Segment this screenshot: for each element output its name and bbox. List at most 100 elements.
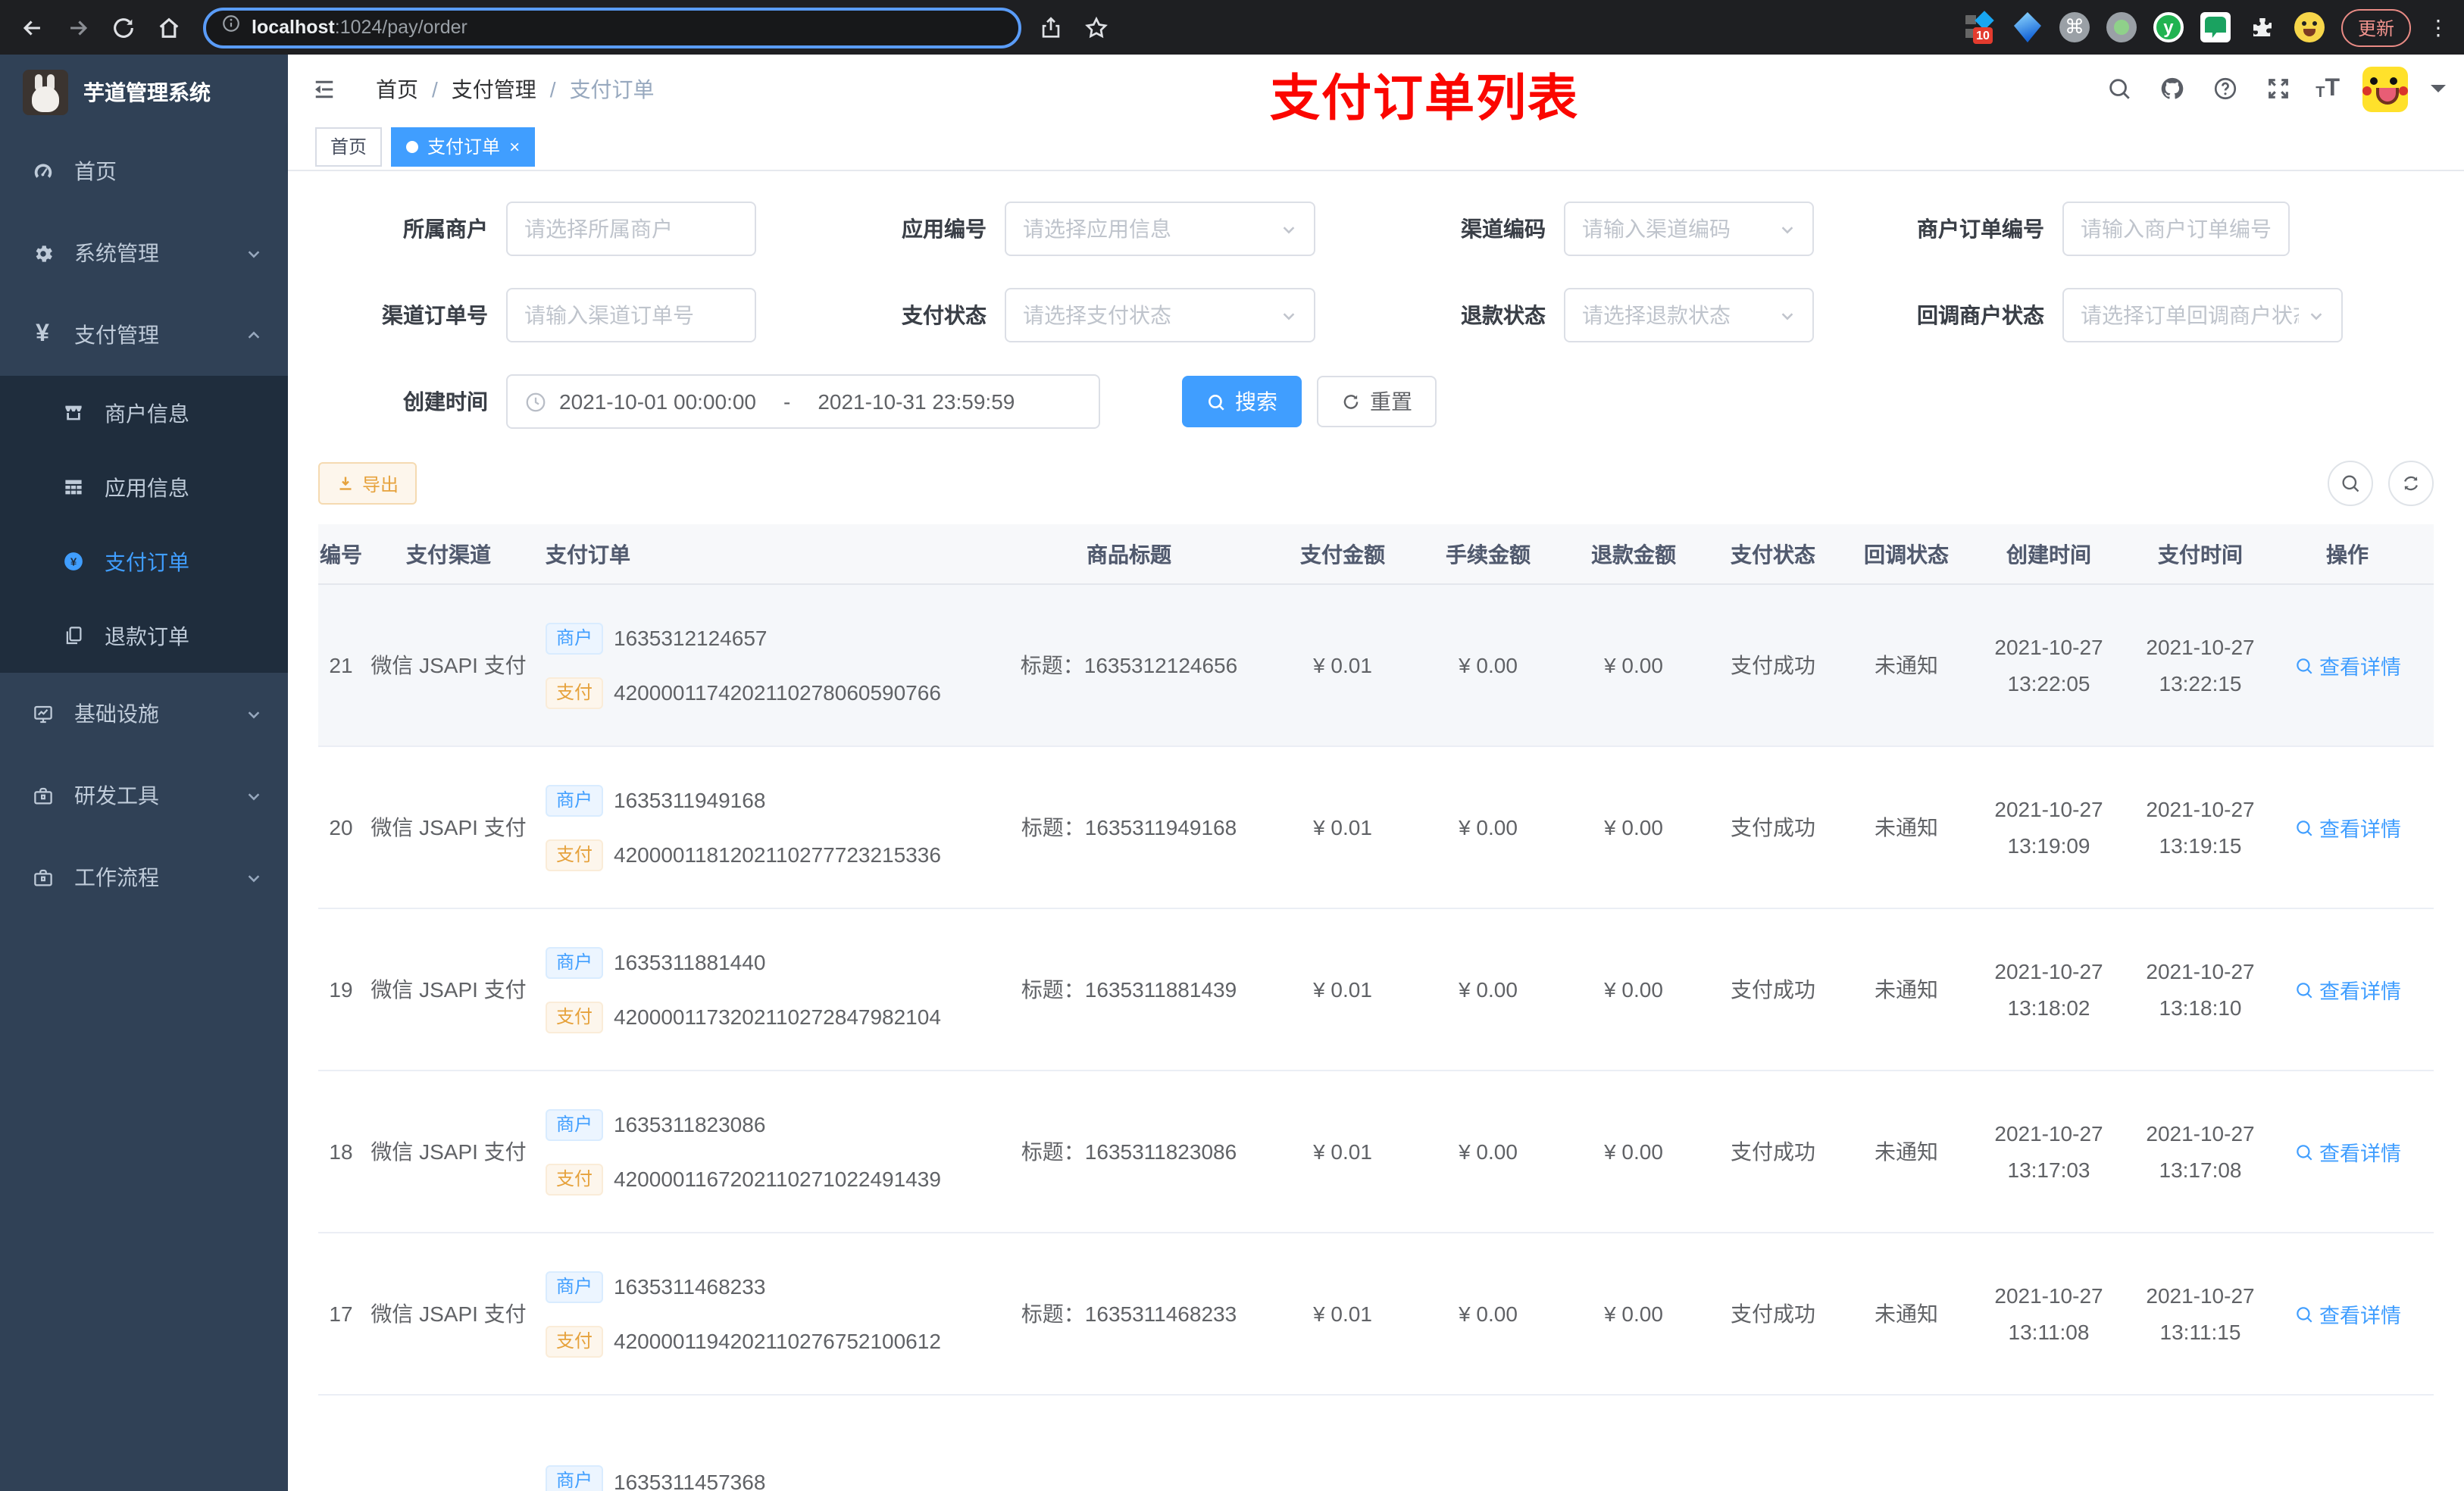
merchant-order-no: 1635312124657 [614, 626, 768, 650]
browser-menu-icon[interactable]: ⋮ [2428, 17, 2449, 38]
filter-label: 回调商户状态 [1917, 303, 2044, 327]
sidebar-item-支付订单[interactable]: ¥ 支付订单 [0, 524, 288, 599]
breadcrumb-item[interactable]: 支付订单 [570, 73, 655, 104]
sidebar-item-label: 基础设施 [74, 702, 159, 726]
input-商户订单编号[interactable] [2062, 202, 2290, 256]
content: 所属商户 应用编号 请选择应用信息 渠道编码 请输入渠道编码 商户订单编号 [288, 171, 2464, 1491]
site-info-icon[interactable] [221, 14, 241, 41]
app-logo[interactable]: 芋道管理系统 [0, 55, 288, 130]
reset-button[interactable]: 重置 [1317, 376, 1437, 427]
select-应用编号[interactable]: 请选择应用信息 [1005, 202, 1315, 256]
github-icon[interactable] [2156, 73, 2187, 104]
help-icon[interactable] [2209, 73, 2240, 104]
search-icon[interactable] [2103, 73, 2134, 104]
fullscreen-icon[interactable] [2262, 73, 2293, 104]
table-row[interactable]: 20 微信 JSAPI 支付 商户 1635311949168 支付 4200001… [318, 747, 2434, 909]
cell-title: 标题：1635311949168 [1021, 815, 1237, 839]
view-detail-label: 查看详情 [2319, 1305, 2401, 1327]
select-渠道编码[interactable]: 请输入渠道编码 [1564, 202, 1814, 256]
sidebar-item-label: 系统管理 [74, 241, 159, 265]
filter-label: 渠道订单号 [382, 303, 488, 327]
breadcrumb-item[interactable]: 首页 [376, 73, 418, 104]
cell-refund: ¥ 0.00 [1604, 815, 1663, 839]
input-渠道订单号[interactable] [506, 288, 756, 342]
select-支付状态[interactable]: 请选择支付状态 [1005, 288, 1315, 342]
tab-支付订单[interactable]: 支付订单 × [391, 127, 536, 166]
sidebar-item-支付管理[interactable]: ¥ 支付管理 [0, 294, 288, 376]
view-detail-link[interactable]: 查看详情 [2294, 812, 2401, 842]
extension-kite[interactable] [2013, 12, 2041, 42]
search-button[interactable]: 搜索 [1182, 376, 1302, 427]
cell-create-time: 2021-10-27 13:19:09 [1994, 796, 2103, 858]
cell-amount: ¥ 0.01 [1313, 1139, 1372, 1164]
yen-icon: ¥ [36, 321, 49, 347]
cell-status: 支付成功 [1731, 1302, 1815, 1326]
sidebar-item-应用信息[interactable]: 应用信息 [0, 450, 288, 524]
column-header-回调状态: 回调状态 [1864, 542, 1949, 566]
extension-puzzle[interactable] [2247, 12, 2278, 42]
toggle-search-icon[interactable] [2328, 461, 2373, 506]
sidebar-collapse-icon[interactable] [306, 70, 342, 107]
text-input[interactable] [524, 303, 738, 327]
select-退款状态[interactable]: 请选择退款状态 [1564, 288, 1814, 342]
avatar-caret-icon[interactable] [2431, 85, 2446, 100]
address-bar[interactable]: localhost:1024/pay/order [203, 7, 1021, 48]
column-header-退款金额: 退款金额 [1591, 542, 1676, 566]
share-icon[interactable] [1033, 11, 1067, 44]
text-input[interactable] [524, 217, 738, 241]
view-detail-link[interactable]: 查看详情 [2294, 650, 2401, 680]
view-detail-link[interactable]: 查看详情 [2294, 974, 2401, 1005]
sidebar-item-研发工具[interactable]: 研发工具 [0, 755, 288, 836]
table-row-partial[interactable]: 商户 1635311457368 [318, 1396, 2434, 1491]
table-row[interactable]: 21 微信 JSAPI 支付 商户 1635312124657 支付 4200001… [318, 585, 2434, 747]
date-range-picker[interactable]: 2021-10-01 00:00:00 - 2021-10-31 23:59:5… [506, 374, 1100, 429]
back-icon[interactable] [15, 11, 48, 44]
cell-id: 20 [329, 815, 353, 839]
sidebar-item-商户信息[interactable]: 商户信息 [0, 376, 288, 450]
sidebar-item-基础设施[interactable]: 基础设施 [0, 673, 288, 755]
view-detail-link[interactable]: 查看详情 [2294, 1299, 2401, 1329]
cell-channel: 微信 JSAPI 支付 [371, 815, 527, 839]
view-detail-link[interactable]: 查看详情 [2294, 1136, 2401, 1167]
extension-green-dot[interactable] [2106, 12, 2137, 42]
table-row[interactable]: 18 微信 JSAPI 支付 商户 1635311823086 支付 4200001… [318, 1071, 2434, 1233]
home-icon[interactable] [152, 11, 185, 44]
extension-y-green[interactable]: y [2153, 12, 2184, 42]
extension-blue-diamond-badge[interactable]: 10 [1965, 11, 1996, 44]
sidebar-item-label: 工作流程 [74, 865, 159, 889]
chevron-down-icon [245, 705, 262, 722]
input-所属商户[interactable] [506, 202, 756, 256]
filter-group: 所属商户 [318, 202, 756, 256]
table-header-row: 编号 支付渠道 支付订单 商品标题 支付金额 手续金额 退款金额 支付状态 回调状态 创建时间 支付… [318, 524, 2434, 585]
bookmark-star-icon[interactable] [1079, 11, 1112, 44]
extension-command[interactable]: ⌘ [2059, 12, 2090, 42]
update-button[interactable]: 更新 [2340, 8, 2411, 46]
forward-icon[interactable] [61, 11, 94, 44]
text-input[interactable] [2081, 217, 2272, 241]
extension-chat-green[interactable] [2200, 12, 2231, 42]
sidebar-item-系统管理[interactable]: 系统管理 [0, 212, 288, 294]
date-separator: - [783, 389, 791, 414]
avatar[interactable] [2362, 66, 2408, 111]
tab-首页[interactable]: 首页 [315, 127, 383, 166]
pay-tag: 支付 [546, 677, 604, 708]
sidebar-item-label: 首页 [74, 159, 117, 183]
select-回调商户状态[interactable]: 请选择订单回调商户状态 [2062, 288, 2343, 342]
refresh-icon[interactable] [2388, 461, 2434, 506]
url-text[interactable]: localhost:1024/pay/order [252, 17, 467, 38]
close-icon[interactable]: × [509, 137, 520, 155]
sidebar-item-工作流程[interactable]: 工作流程 [0, 836, 288, 918]
chevron-down-icon [1280, 307, 1297, 324]
reload-icon[interactable] [106, 11, 139, 44]
extension-emoji[interactable] [2294, 12, 2325, 42]
table-row[interactable]: 19 微信 JSAPI 支付 商户 1635311881440 支付 4200001… [318, 909, 2434, 1071]
table-row[interactable]: 17 微信 JSAPI 支付 商户 1635311468233 支付 4200001… [318, 1233, 2434, 1396]
filter-row-1: 所属商户 应用编号 请选择应用信息 渠道编码 请输入渠道编码 商户订单编号 [318, 202, 2434, 256]
tab-label: 支付订单 [427, 136, 501, 158]
filter-group: 渠道订单号 [318, 288, 756, 342]
font-size-icon[interactable]: TT [2315, 76, 2340, 101]
sidebar-item-退款订单[interactable]: 退款订单 [0, 599, 288, 673]
sidebar-item-首页[interactable]: 首页 [0, 130, 288, 212]
export-button[interactable]: 导出 [318, 462, 417, 505]
breadcrumb-item[interactable]: 支付管理 [452, 73, 536, 104]
